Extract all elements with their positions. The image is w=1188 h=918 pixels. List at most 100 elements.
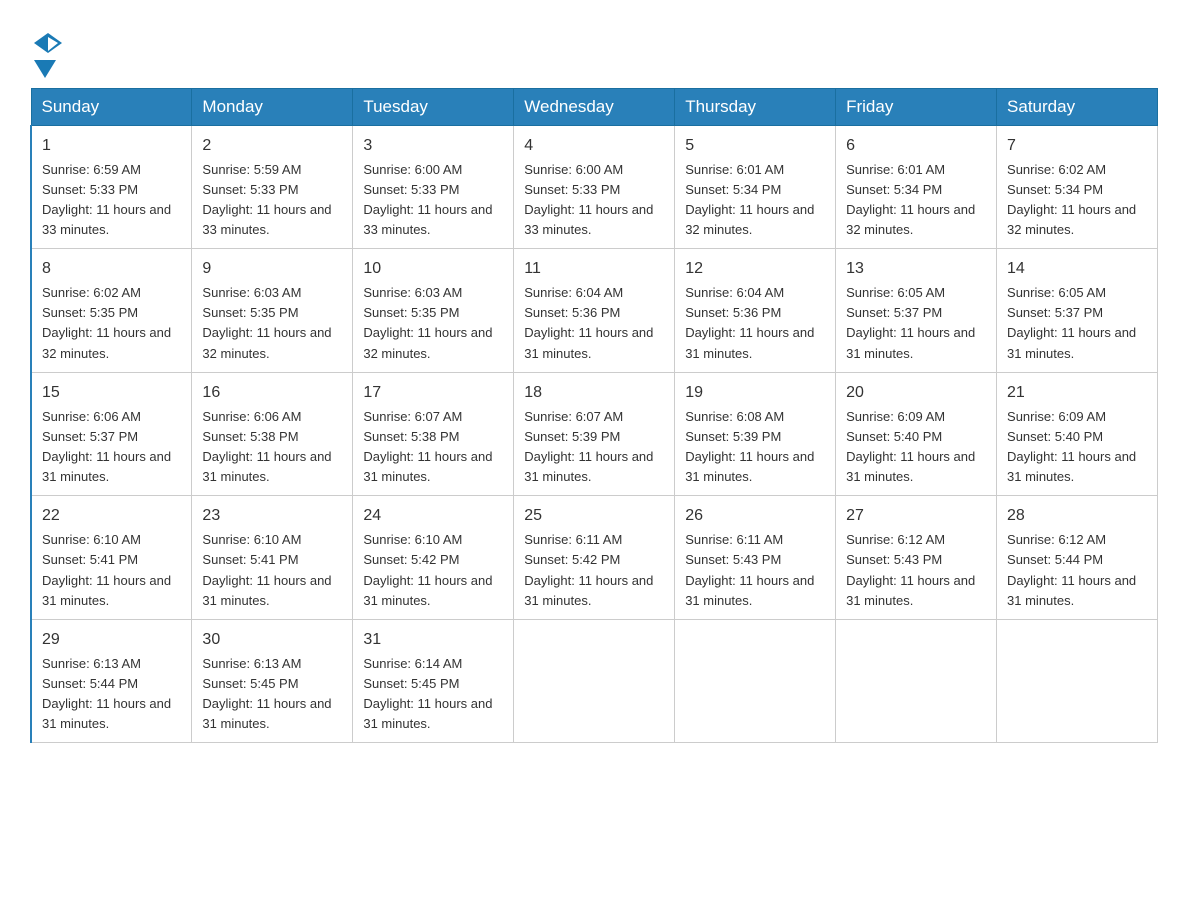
- day-number: 2: [202, 134, 342, 158]
- calendar-day-cell: 27 Sunrise: 6:12 AMSunset: 5:43 PMDaylig…: [836, 496, 997, 620]
- day-number: 8: [42, 257, 181, 281]
- header: [30, 20, 1158, 78]
- logo-arrow-icon: [34, 60, 56, 78]
- header-day-thursday: Thursday: [675, 88, 836, 125]
- logo: [30, 20, 62, 78]
- calendar-day-cell: 19 Sunrise: 6:08 AMSunset: 5:39 PMDaylig…: [675, 372, 836, 496]
- calendar-week-row: 8 Sunrise: 6:02 AMSunset: 5:35 PMDayligh…: [31, 249, 1158, 373]
- day-info: Sunrise: 6:11 AMSunset: 5:43 PMDaylight:…: [685, 532, 814, 607]
- calendar-day-cell: [997, 619, 1158, 743]
- day-number: 7: [1007, 134, 1147, 158]
- calendar-day-cell: 11 Sunrise: 6:04 AMSunset: 5:36 PMDaylig…: [514, 249, 675, 373]
- logo-blue-text: [30, 60, 56, 78]
- calendar-day-cell: [675, 619, 836, 743]
- day-number: 20: [846, 381, 986, 405]
- day-number: 29: [42, 628, 181, 652]
- calendar-header-row: SundayMondayTuesdayWednesdayThursdayFrid…: [31, 88, 1158, 125]
- day-info: Sunrise: 6:12 AMSunset: 5:43 PMDaylight:…: [846, 532, 975, 607]
- calendar-day-cell: 13 Sunrise: 6:05 AMSunset: 5:37 PMDaylig…: [836, 249, 997, 373]
- day-info: Sunrise: 6:03 AMSunset: 5:35 PMDaylight:…: [202, 285, 331, 360]
- day-number: 11: [524, 257, 664, 281]
- day-number: 26: [685, 504, 825, 528]
- calendar-day-cell: 18 Sunrise: 6:07 AMSunset: 5:39 PMDaylig…: [514, 372, 675, 496]
- day-info: Sunrise: 6:04 AMSunset: 5:36 PMDaylight:…: [685, 285, 814, 360]
- day-info: Sunrise: 6:01 AMSunset: 5:34 PMDaylight:…: [846, 162, 975, 237]
- day-info: Sunrise: 6:08 AMSunset: 5:39 PMDaylight:…: [685, 409, 814, 484]
- header-day-saturday: Saturday: [997, 88, 1158, 125]
- calendar-week-row: 29 Sunrise: 6:13 AMSunset: 5:44 PMDaylig…: [31, 619, 1158, 743]
- day-info: Sunrise: 6:14 AMSunset: 5:45 PMDaylight:…: [363, 656, 492, 731]
- day-number: 23: [202, 504, 342, 528]
- day-number: 13: [846, 257, 986, 281]
- day-info: Sunrise: 6:59 AMSunset: 5:33 PMDaylight:…: [42, 162, 171, 237]
- day-info: Sunrise: 6:06 AMSunset: 5:37 PMDaylight:…: [42, 409, 171, 484]
- logo-general-text: [30, 30, 62, 60]
- day-number: 19: [685, 381, 825, 405]
- day-number: 25: [524, 504, 664, 528]
- day-info: Sunrise: 6:07 AMSunset: 5:38 PMDaylight:…: [363, 409, 492, 484]
- calendar-day-cell: 6 Sunrise: 6:01 AMSunset: 5:34 PMDayligh…: [836, 125, 997, 249]
- logo-flag-icon: [34, 33, 62, 55]
- calendar-day-cell: 30 Sunrise: 6:13 AMSunset: 5:45 PMDaylig…: [192, 619, 353, 743]
- day-info: Sunrise: 6:02 AMSunset: 5:34 PMDaylight:…: [1007, 162, 1136, 237]
- calendar-day-cell: 22 Sunrise: 6:10 AMSunset: 5:41 PMDaylig…: [31, 496, 192, 620]
- day-number: 4: [524, 134, 664, 158]
- header-day-sunday: Sunday: [31, 88, 192, 125]
- calendar-day-cell: 4 Sunrise: 6:00 AMSunset: 5:33 PMDayligh…: [514, 125, 675, 249]
- calendar-day-cell: [514, 619, 675, 743]
- calendar-day-cell: [836, 619, 997, 743]
- calendar-day-cell: 28 Sunrise: 6:12 AMSunset: 5:44 PMDaylig…: [997, 496, 1158, 620]
- day-number: 22: [42, 504, 181, 528]
- calendar-day-cell: 31 Sunrise: 6:14 AMSunset: 5:45 PMDaylig…: [353, 619, 514, 743]
- header-day-monday: Monday: [192, 88, 353, 125]
- day-number: 18: [524, 381, 664, 405]
- day-info: Sunrise: 6:12 AMSunset: 5:44 PMDaylight:…: [1007, 532, 1136, 607]
- day-info: Sunrise: 6:13 AMSunset: 5:44 PMDaylight:…: [42, 656, 171, 731]
- calendar-week-row: 15 Sunrise: 6:06 AMSunset: 5:37 PMDaylig…: [31, 372, 1158, 496]
- day-number: 6: [846, 134, 986, 158]
- calendar-day-cell: 5 Sunrise: 6:01 AMSunset: 5:34 PMDayligh…: [675, 125, 836, 249]
- day-number: 14: [1007, 257, 1147, 281]
- day-info: Sunrise: 5:59 AMSunset: 5:33 PMDaylight:…: [202, 162, 331, 237]
- day-info: Sunrise: 6:02 AMSunset: 5:35 PMDaylight:…: [42, 285, 171, 360]
- day-info: Sunrise: 6:11 AMSunset: 5:42 PMDaylight:…: [524, 532, 653, 607]
- day-number: 15: [42, 381, 181, 405]
- calendar-day-cell: 8 Sunrise: 6:02 AMSunset: 5:35 PMDayligh…: [31, 249, 192, 373]
- calendar-day-cell: 3 Sunrise: 6:00 AMSunset: 5:33 PMDayligh…: [353, 125, 514, 249]
- day-number: 17: [363, 381, 503, 405]
- day-info: Sunrise: 6:04 AMSunset: 5:36 PMDaylight:…: [524, 285, 653, 360]
- day-info: Sunrise: 6:00 AMSunset: 5:33 PMDaylight:…: [524, 162, 653, 237]
- calendar-week-row: 22 Sunrise: 6:10 AMSunset: 5:41 PMDaylig…: [31, 496, 1158, 620]
- day-info: Sunrise: 6:00 AMSunset: 5:33 PMDaylight:…: [363, 162, 492, 237]
- day-info: Sunrise: 6:09 AMSunset: 5:40 PMDaylight:…: [846, 409, 975, 484]
- calendar-day-cell: 16 Sunrise: 6:06 AMSunset: 5:38 PMDaylig…: [192, 372, 353, 496]
- day-info: Sunrise: 6:13 AMSunset: 5:45 PMDaylight:…: [202, 656, 331, 731]
- day-info: Sunrise: 6:06 AMSunset: 5:38 PMDaylight:…: [202, 409, 331, 484]
- day-info: Sunrise: 6:09 AMSunset: 5:40 PMDaylight:…: [1007, 409, 1136, 484]
- calendar-day-cell: 9 Sunrise: 6:03 AMSunset: 5:35 PMDayligh…: [192, 249, 353, 373]
- calendar-week-row: 1 Sunrise: 6:59 AMSunset: 5:33 PMDayligh…: [31, 125, 1158, 249]
- calendar-day-cell: 12 Sunrise: 6:04 AMSunset: 5:36 PMDaylig…: [675, 249, 836, 373]
- calendar-day-cell: 25 Sunrise: 6:11 AMSunset: 5:42 PMDaylig…: [514, 496, 675, 620]
- day-number: 10: [363, 257, 503, 281]
- day-info: Sunrise: 6:03 AMSunset: 5:35 PMDaylight:…: [363, 285, 492, 360]
- day-info: Sunrise: 6:05 AMSunset: 5:37 PMDaylight:…: [1007, 285, 1136, 360]
- day-info: Sunrise: 6:10 AMSunset: 5:42 PMDaylight:…: [363, 532, 492, 607]
- header-day-wednesday: Wednesday: [514, 88, 675, 125]
- header-day-friday: Friday: [836, 88, 997, 125]
- calendar-day-cell: 20 Sunrise: 6:09 AMSunset: 5:40 PMDaylig…: [836, 372, 997, 496]
- calendar-day-cell: 24 Sunrise: 6:10 AMSunset: 5:42 PMDaylig…: [353, 496, 514, 620]
- calendar-day-cell: 23 Sunrise: 6:10 AMSunset: 5:41 PMDaylig…: [192, 496, 353, 620]
- day-number: 16: [202, 381, 342, 405]
- day-info: Sunrise: 6:07 AMSunset: 5:39 PMDaylight:…: [524, 409, 653, 484]
- day-number: 27: [846, 504, 986, 528]
- header-day-tuesday: Tuesday: [353, 88, 514, 125]
- day-number: 1: [42, 134, 181, 158]
- calendar-day-cell: 2 Sunrise: 5:59 AMSunset: 5:33 PMDayligh…: [192, 125, 353, 249]
- calendar-day-cell: 17 Sunrise: 6:07 AMSunset: 5:38 PMDaylig…: [353, 372, 514, 496]
- calendar-day-cell: 21 Sunrise: 6:09 AMSunset: 5:40 PMDaylig…: [997, 372, 1158, 496]
- day-number: 9: [202, 257, 342, 281]
- day-number: 30: [202, 628, 342, 652]
- day-info: Sunrise: 6:01 AMSunset: 5:34 PMDaylight:…: [685, 162, 814, 237]
- calendar-day-cell: 15 Sunrise: 6:06 AMSunset: 5:37 PMDaylig…: [31, 372, 192, 496]
